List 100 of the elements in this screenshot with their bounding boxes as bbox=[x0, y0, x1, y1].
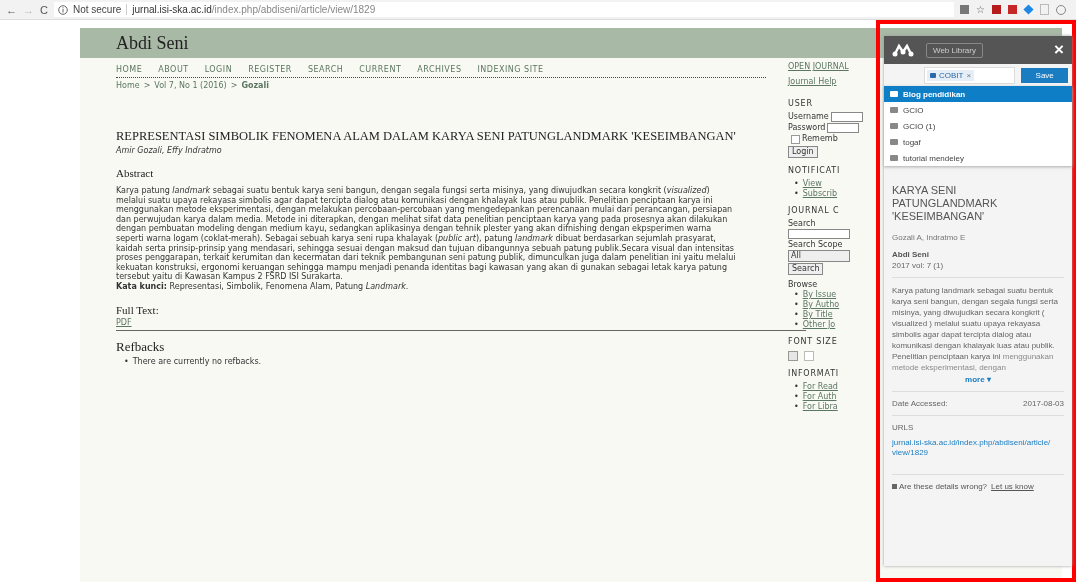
breadcrumb-separator: > bbox=[230, 81, 238, 90]
folder-icon bbox=[930, 73, 936, 78]
search-field[interactable] bbox=[788, 229, 850, 239]
font-size-heading: FONT SIZE bbox=[788, 337, 838, 347]
url-text: jurnal.isi-ska.ac.id/index.php/abdiseni/article/view/1829 bbox=[132, 4, 376, 15]
logo-icon bbox=[892, 43, 914, 57]
folder-item[interactable]: tutorial mendeley bbox=[884, 150, 1072, 166]
remove-tag-button[interactable]: × bbox=[966, 71, 972, 80]
user-heading: USER bbox=[788, 99, 813, 109]
information-heading: INFORMATI bbox=[788, 369, 839, 379]
open-journal-link[interactable]: OPEN JOURNAL bbox=[788, 62, 849, 72]
information-link[interactable]: For Auth bbox=[802, 392, 837, 402]
bullet: • bbox=[794, 320, 799, 330]
report-link[interactable]: Let us know bbox=[991, 482, 1034, 491]
breadcrumb-link[interactable]: Gozali bbox=[241, 81, 269, 90]
more-link[interactable]: more ▾ bbox=[892, 375, 1064, 384]
issue-info: 2017 vol: 7 (1) bbox=[892, 261, 945, 270]
folder-tag[interactable]: COBIT × bbox=[927, 70, 975, 81]
folder-item[interactable]: GCIO (1) bbox=[884, 118, 1072, 134]
date-accessed-value: 2017-08-03 bbox=[1023, 399, 1064, 408]
refback-item: There are currently no refbacks. bbox=[132, 356, 262, 367]
site-title: Abdi Seni bbox=[116, 32, 189, 54]
refbacks-heading: Refbacks bbox=[116, 338, 166, 355]
bookmark-star-button[interactable]: ☆ bbox=[976, 4, 985, 15]
report-text: Are these details wrong? bbox=[899, 482, 988, 491]
notification-link[interactable]: View bbox=[802, 179, 822, 189]
browse-link[interactable]: Other Jo bbox=[802, 320, 836, 330]
browse-link[interactable]: By Issue bbox=[802, 290, 837, 300]
tag-field[interactable]: COBIT × bbox=[924, 67, 1016, 84]
article-authors: Amir Gozali, Effy Indratmo bbox=[116, 146, 223, 155]
flag-icon bbox=[892, 484, 897, 489]
folder-item[interactable]: GCIO bbox=[884, 102, 1072, 118]
information-link[interactable]: For Read bbox=[802, 382, 838, 392]
article-title: REPRESENTASI SIMBOLIK FENOMENA ALAM DALAM KARYA SENI PATUNGLANDMARK 'KESEIMBANGAN' bbox=[116, 129, 737, 144]
full-text-heading: Full Text: bbox=[116, 303, 160, 316]
browse-link[interactable]: By Autho bbox=[802, 300, 840, 310]
folder-icon bbox=[890, 91, 898, 97]
notifications-heading: NOTIFICATI bbox=[788, 166, 841, 176]
search-label: Search bbox=[788, 219, 816, 229]
breadcrumb-link[interactable]: Vol 7, No 1 (2016) bbox=[154, 81, 227, 90]
tag-label: COBIT bbox=[939, 71, 964, 80]
nav-link[interactable]: ABOUT bbox=[158, 65, 189, 74]
browse-label: Browse bbox=[788, 280, 818, 290]
back-button[interactable]: ← bbox=[6, 3, 17, 16]
folder-icon bbox=[890, 107, 898, 113]
keywords-text: Kata kunci: Representasi, Simbolik, Fenomena Alam, Patung Landmark. bbox=[116, 281, 410, 292]
bullet: • bbox=[794, 179, 799, 189]
password-label: Password bbox=[788, 123, 826, 133]
folder-icon bbox=[890, 155, 898, 161]
username-label: Username bbox=[788, 112, 829, 122]
password-field[interactable] bbox=[827, 123, 860, 133]
journal-help-link[interactable]: Journal Help bbox=[788, 77, 837, 87]
login-button[interactable]: Login bbox=[788, 146, 818, 158]
diamond-extension-icon[interactable] bbox=[1023, 4, 1034, 15]
information-link[interactable]: For Libra bbox=[802, 402, 838, 412]
nav-link[interactable]: CURRENT bbox=[359, 65, 402, 74]
save-button[interactable]: Save bbox=[1021, 68, 1068, 83]
nav-link[interactable]: SEARCH bbox=[307, 65, 344, 74]
date-accessed-label: Date Accessed: bbox=[892, 399, 948, 408]
browse-link[interactable]: By Title bbox=[802, 310, 833, 320]
info-icon bbox=[57, 4, 68, 15]
search-button[interactable]: Search bbox=[788, 263, 824, 275]
breadcrumb-link[interactable]: Home bbox=[116, 81, 140, 90]
bullet: • bbox=[794, 402, 799, 412]
remember-label: Rememb bbox=[802, 134, 838, 144]
web-library-button[interactable]: Web Library bbox=[926, 42, 983, 58]
journal-content-heading: JOURNAL C bbox=[788, 206, 840, 216]
folder-item[interactable]: Blog pendidikan bbox=[884, 86, 1072, 102]
bullet: • bbox=[794, 300, 799, 310]
document-abstract: Karya patung landmark sebagai suatu bentuk karya seni bangun, dengan segala fungsi serta misinya, yang diwujudkan secara kongkrit ( visualized ) melalui suatu upaya rekayasa simbolis agar dapat tercipta dialog atau komunikasi dengan khalayak luas atau publik. Penelitian penciptaan karya ini menggunakan metode eksperimentasi, dengan bbox=[892, 285, 1059, 373]
document-icon[interactable] bbox=[1040, 4, 1049, 15]
abstract-heading: Abstract bbox=[116, 167, 155, 179]
security-label: Not secure bbox=[72, 4, 128, 15]
nav-link[interactable]: ARCHIVES bbox=[417, 65, 462, 74]
address-bar[interactable]: Not secure jurnal.isi-ska.ac.id/index.php/abdiseni/article/view/1829 bbox=[53, 2, 954, 17]
bullet: • bbox=[794, 189, 799, 199]
nav-link[interactable]: HOME bbox=[116, 65, 143, 74]
bullet: • bbox=[794, 290, 799, 300]
abstract-text: Karya patung landmark sebagai suatu bentuk karya seni bangun, dengan segala fungsi serta misinya, yang diwujudkan secara kongkrit (visualized) melalui suatu upaya rekayasa simbolis agar dapat tercipta dialog atau komunikasi dengan khalayak luas atau publik. Penelitian penciptaan karya ini menggunakan metode eksperimentasi, dengan melakukan percobaan-percobaan yang mengedepankan perencanaan mulai dari perancangan, persiapan dan perwujudan karya dalam media. Metode ini diterapkan, dengan melihat sifat data penelitian penciptaan karya yang pada prosesnya akan dilakukan dengan pembuatan modeling dengan medium kayu, sedangkan aplikasinya dengan tehnik plester yang akan difnishing dengan ekpsperimen warna seperti warna logam (coklat-merah). Sebagai sebuah karya seni rupa khalayak (public art), patung landmark dibuat berdasarkan sejumlah prasyarat, kaidah serta prinsip-prinsip yang mendasari, sehingga sesuai dengan maksud dan tujuan dibangunnya sebuah patung publik.Secara visual dan intensitas proses penggarapan, terkait kerumitan dan kecermatan dari teknik pembangunan seni patung publik, dimunculkan juga dalam penelitian ini yaitu melalui kekuatan konstruksi, ergonomi keruangan sehingga mampu menjadi penanda identitas bagi kawasan yang akan di gunakan sebagai letak karya patung tersebut yaitu di Kawasan Kampus 2 FSRD ISI Surakarta. bbox=[116, 186, 736, 282]
username-field[interactable] bbox=[830, 112, 863, 122]
folder-item[interactable]: togaf bbox=[884, 134, 1072, 150]
journal-name: Abdi Seni bbox=[892, 250, 930, 259]
bullet: • bbox=[124, 356, 129, 367]
remember-checkbox[interactable] bbox=[791, 134, 800, 144]
close-button[interactable]: × bbox=[1054, 40, 1064, 60]
breadcrumb-separator: > bbox=[143, 81, 151, 90]
url-link[interactable]: jurnal.isi-ska.ac.id/index.php/abdiseni/article/view/1829 bbox=[892, 438, 1052, 458]
notification-link[interactable]: Subscrib bbox=[802, 189, 838, 199]
urls-label: URLS bbox=[892, 423, 915, 432]
nav-link[interactable]: REGISTER bbox=[248, 65, 292, 74]
scope-select[interactable]: All bbox=[788, 250, 850, 262]
document-title: KARYA SENI PATUNGLANDMARK 'KESEIMBANGAN' bbox=[892, 184, 999, 223]
nav-link[interactable]: LOGIN bbox=[204, 65, 233, 74]
reload-button[interactable]: C bbox=[40, 3, 48, 16]
pdf-link[interactable]: PDF bbox=[116, 317, 132, 327]
bullet: • bbox=[794, 392, 799, 402]
folder-icon bbox=[890, 139, 898, 145]
search-scope-label: Search Scope bbox=[788, 240, 843, 250]
bullet: • bbox=[794, 310, 799, 320]
nav-link[interactable]: INDEXING SITE bbox=[477, 65, 544, 74]
